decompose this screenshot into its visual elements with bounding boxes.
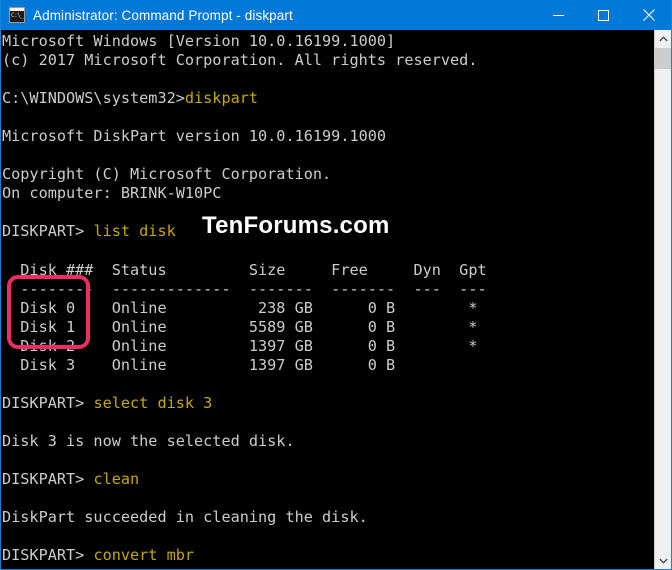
close-button[interactable] bbox=[626, 0, 671, 30]
console-line: Copyright (C) Microsoft Corporation. bbox=[2, 165, 332, 184]
command-prompt-window: C:\_ Administrator: Command Prompt - dis… bbox=[0, 0, 672, 570]
console-command: list disk bbox=[84, 222, 176, 241]
console-text-output[interactable]: Microsoft Windows [Version 10.0.16199.10… bbox=[1, 30, 654, 569]
console-line: Disk 3 Online 1397 GB 0 B bbox=[2, 355, 396, 374]
scroll-up-arrow-icon[interactable] bbox=[655, 30, 671, 47]
console-line: -------- ------------- ------- ------- -… bbox=[2, 279, 487, 298]
console-line: Disk 1 Online 5589 GB 0 B * bbox=[2, 317, 478, 336]
console-command: diskpart bbox=[184, 89, 259, 108]
console-command: clean bbox=[84, 470, 140, 489]
console-line: (c) 2017 Microsoft Corporation. All righ… bbox=[2, 51, 478, 70]
console-line: Microsoft DiskPart version 10.0.16199.10… bbox=[2, 127, 387, 146]
console-prompt: DISKPART> bbox=[2, 393, 85, 412]
console-prompt: DISKPART> bbox=[2, 222, 85, 241]
scroll-down-arrow-icon[interactable] bbox=[655, 552, 671, 569]
console-command: select disk 3 bbox=[84, 393, 213, 412]
console-line: On computer: BRINK-W10PC bbox=[2, 184, 222, 203]
tenforums-watermark: TenForums.com bbox=[202, 212, 390, 239]
console-line: Disk 2 Online 1397 GB 0 B * bbox=[2, 336, 478, 355]
console-window-icon: C:\_ bbox=[9, 7, 25, 23]
console-line: DISKPART> select disk 3 bbox=[2, 394, 654, 413]
title-bar[interactable]: C:\_ Administrator: Command Prompt - dis… bbox=[1, 0, 671, 30]
console-line: DISKPART> clean bbox=[2, 470, 654, 489]
console-line: DISKPART> convert mbr bbox=[2, 546, 654, 565]
scrollbar-thumb[interactable] bbox=[655, 48, 671, 69]
console-line: Disk ### Status Size Free Dyn Gpt bbox=[2, 260, 487, 279]
console-line: C:\WINDOWS\system32>diskpart bbox=[2, 89, 654, 108]
console-line: DiskPart succeeded in cleaning the disk. bbox=[2, 508, 368, 527]
console-area: Microsoft Windows [Version 10.0.16199.10… bbox=[1, 30, 671, 569]
window-title: Administrator: Command Prompt - diskpart bbox=[33, 7, 293, 23]
vertical-scrollbar[interactable] bbox=[654, 30, 671, 569]
console-prompt: C:\WINDOWS\system32> bbox=[2, 89, 185, 108]
window-controls bbox=[536, 0, 671, 30]
console-command: convert mbr bbox=[84, 546, 195, 565]
icon-screen-glyph: C:\_ bbox=[10, 11, 24, 22]
console-prompt: DISKPART> bbox=[2, 546, 85, 565]
maximize-button[interactable] bbox=[581, 0, 626, 30]
console-line: Microsoft Windows [Version 10.0.16199.10… bbox=[2, 32, 396, 50]
console-prompt: DISKPART> bbox=[2, 470, 85, 489]
console-line: Disk 0 Online 238 GB 0 B * bbox=[2, 298, 478, 317]
minimize-button[interactable] bbox=[536, 0, 581, 30]
console-line: Disk 3 is now the selected disk. bbox=[2, 431, 295, 450]
